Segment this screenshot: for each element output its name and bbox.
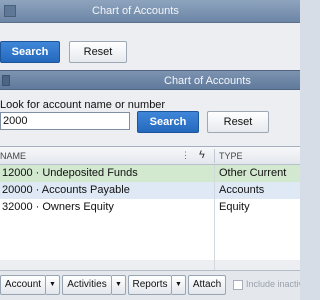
table-row[interactable]: 12000 · Undeposited Funds Other Current … xyxy=(0,165,300,196)
window-icon xyxy=(4,5,16,17)
accounts-table: NAME ⋮ ϟ TYPE 12000 · Undeposited Funds … xyxy=(0,146,300,271)
account-dropdown-arrow[interactable]: ▼ xyxy=(46,275,60,295)
reset-button[interactable]: Reset xyxy=(207,111,269,133)
cell-divider xyxy=(214,182,215,199)
account-name: 32000 · Owners Equity xyxy=(2,201,114,213)
column-divider xyxy=(214,216,215,271)
activities-dropdown-arrow[interactable]: ▼ xyxy=(112,275,126,295)
front-window-title: Chart of Accounts xyxy=(164,75,251,87)
include-inactive-label: Include inactive xyxy=(246,279,300,289)
reports-dropdown-arrow[interactable]: ▼ xyxy=(172,275,186,295)
back-search-button[interactable]: Search xyxy=(0,41,60,63)
search-button[interactable]: Search xyxy=(137,111,199,133)
back-window-body: Search Reset xyxy=(0,23,300,73)
bottom-toolbar: Account ▼ Activities ▼ Reports ▼ Attach … xyxy=(0,270,300,300)
table-row[interactable]: 32000 · Owners Equity Equity xyxy=(0,199,300,216)
lightning-icon[interactable]: ϟ xyxy=(199,149,205,161)
account-type: Equity xyxy=(219,201,250,213)
cell-divider xyxy=(214,165,215,182)
table-row[interactable]: 20000 · Accounts Payable Accounts Payabl… xyxy=(0,182,300,213)
back-window-titlebar[interactable]: Chart of Accounts xyxy=(0,0,300,23)
column-header-name[interactable]: NAME xyxy=(0,151,26,161)
app-window: Chart of Accounts Search Reset Chart of … xyxy=(0,0,300,300)
column-divider[interactable] xyxy=(214,149,215,163)
sort-icon[interactable]: ⋮ xyxy=(181,150,190,161)
window-icon xyxy=(2,75,10,86)
front-window-titlebar[interactable]: Chart of Accounts xyxy=(0,70,300,90)
account-name: 20000 · Accounts Payable xyxy=(2,184,130,196)
back-window-title: Chart of Accounts xyxy=(92,5,179,17)
back-reset-button[interactable]: Reset xyxy=(69,41,127,63)
table-header: NAME ⋮ ϟ TYPE xyxy=(0,147,300,165)
cell-divider xyxy=(214,199,215,216)
attach-button[interactable]: Attach xyxy=(188,275,226,295)
account-name: 12000 · Undeposited Funds xyxy=(2,167,138,179)
activities-button[interactable]: Activities xyxy=(62,275,112,295)
reports-button[interactable]: Reports xyxy=(128,275,172,295)
account-button[interactable]: Account xyxy=(0,275,46,295)
search-label: Look for account name or number xyxy=(0,99,166,111)
include-inactive-checkbox[interactable] xyxy=(233,280,243,290)
search-input[interactable]: 2000 xyxy=(0,112,130,130)
column-header-type[interactable]: TYPE xyxy=(219,151,243,161)
